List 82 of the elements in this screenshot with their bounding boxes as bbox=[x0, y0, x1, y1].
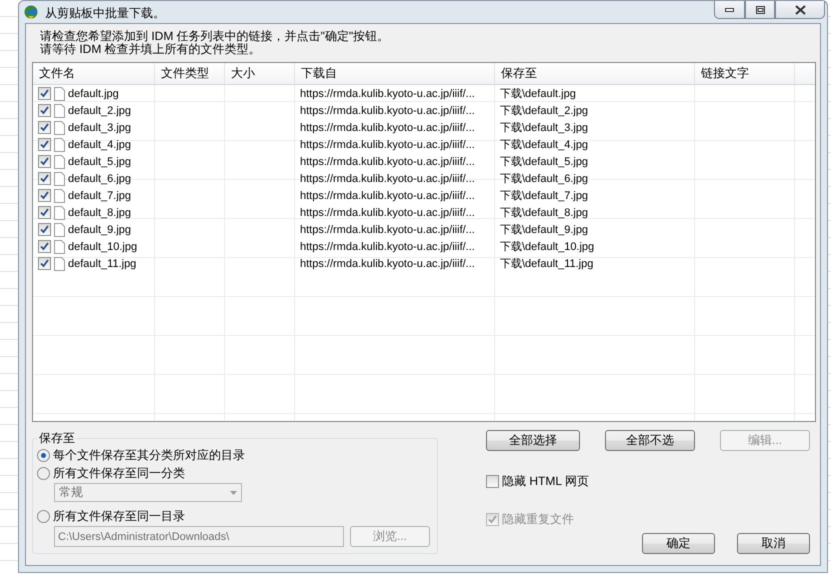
source-url: https://rmda.kulib.kyoto-u.ac.jp/iiif/... bbox=[300, 88, 475, 100]
save-path: 下载\default_9.jpg bbox=[500, 223, 588, 237]
row-checkbox[interactable] bbox=[38, 121, 51, 134]
row-checkbox[interactable] bbox=[38, 104, 51, 117]
file-icon bbox=[54, 206, 65, 220]
radio-option[interactable]: 所有文件保存至同一目录 bbox=[37, 508, 431, 524]
file-name: default_10.jpg bbox=[68, 240, 138, 252]
source-url: https://rmda.kulib.kyoto-u.ac.jp/iiif/... bbox=[300, 104, 475, 116]
save-path: 下载\default_8.jpg bbox=[500, 206, 588, 220]
save-path: 下载\default_5.jpg bbox=[500, 155, 588, 169]
save-path: 下载\default_6.jpg bbox=[500, 172, 588, 186]
save-path: 下载\default_7.jpg bbox=[500, 189, 588, 203]
app-logo-icon bbox=[23, 4, 39, 20]
save-path: 下载\default.jpg bbox=[500, 87, 576, 101]
ok-button[interactable]: 确定 bbox=[642, 533, 715, 554]
column-header[interactable]: 文件类型 bbox=[155, 63, 225, 84]
save-path: 下载\default_10.jpg bbox=[500, 240, 594, 254]
file-icon bbox=[54, 154, 65, 168]
row-checkbox[interactable] bbox=[38, 87, 51, 100]
row-checkbox[interactable] bbox=[38, 257, 51, 270]
row-checkbox[interactable] bbox=[38, 155, 51, 168]
source-url: https://rmda.kulib.kyoto-u.ac.jp/iiif/... bbox=[300, 240, 475, 252]
file-name: default_3.jpg bbox=[68, 122, 131, 134]
file-icon bbox=[54, 104, 65, 118]
file-name: default.jpg bbox=[68, 88, 119, 100]
radio-option[interactable]: 每个文件保存至其分类所对应的目录 bbox=[37, 447, 431, 463]
file-icon bbox=[54, 138, 65, 152]
row-checkbox[interactable] bbox=[38, 172, 51, 185]
source-url: https://rmda.kulib.kyoto-u.ac.jp/iiif/... bbox=[300, 258, 475, 270]
close-button[interactable] bbox=[775, 1, 825, 19]
file-icon bbox=[54, 256, 65, 270]
file-icon bbox=[54, 188, 65, 202]
source-url: https://rmda.kulib.kyoto-u.ac.jp/iiif/... bbox=[300, 122, 475, 134]
source-url: https://rmda.kulib.kyoto-u.ac.jp/iiif/... bbox=[300, 156, 475, 168]
list-action-button[interactable]: 全部不选 bbox=[605, 430, 695, 451]
file-name: default_2.jpg bbox=[68, 104, 131, 116]
row-checkbox[interactable] bbox=[38, 206, 51, 219]
checkmark-icon bbox=[488, 515, 497, 524]
file-icon bbox=[54, 86, 65, 100]
option-checkbox[interactable]: 隐藏 HTML 网页 bbox=[486, 473, 810, 490]
file-name: default_6.jpg bbox=[68, 172, 131, 184]
close-icon bbox=[794, 4, 806, 14]
file-name: default_4.jpg bbox=[68, 138, 131, 150]
source-url: https://rmda.kulib.kyoto-u.ac.jp/iiif/... bbox=[300, 224, 475, 236]
file-icon bbox=[54, 240, 65, 254]
maximize-icon bbox=[756, 6, 764, 14]
file-name: default_8.jpg bbox=[68, 206, 131, 218]
file-icon bbox=[54, 172, 65, 186]
file-icon bbox=[54, 120, 65, 134]
minimize-icon bbox=[725, 8, 734, 12]
row-checkbox[interactable] bbox=[38, 223, 51, 236]
source-url: https://rmda.kulib.kyoto-u.ac.jp/iiif/... bbox=[300, 172, 475, 184]
instruction-text: 请等待 IDM 检查并填上所有的文件类型。 bbox=[39, 43, 262, 56]
row-checkbox[interactable] bbox=[38, 189, 51, 202]
minimize-button[interactable] bbox=[714, 1, 745, 19]
list-action-button[interactable]: 全部选择 bbox=[486, 430, 580, 451]
column-header[interactable]: 保存至 bbox=[495, 63, 695, 84]
file-name: default_9.jpg bbox=[68, 224, 131, 236]
instruction-text: 请检查您希望添加到 IDM 任务列表中的链接，并点击"确定"按钮。 bbox=[39, 30, 390, 43]
file-name: default_11.jpg bbox=[68, 258, 136, 270]
maximize-button[interactable] bbox=[745, 1, 775, 19]
file-name: default_7.jpg bbox=[68, 190, 131, 202]
file-name: default_5.jpg bbox=[68, 156, 131, 168]
source-url: https://rmda.kulib.kyoto-u.ac.jp/iiif/... bbox=[300, 206, 475, 218]
column-header[interactable]: 文件名 bbox=[33, 63, 155, 84]
source-url: https://rmda.kulib.kyoto-u.ac.jp/iiif/... bbox=[300, 138, 475, 150]
column-header[interactable]: 链接文字 bbox=[695, 63, 795, 84]
save-path: 下载\default_2.jpg bbox=[500, 104, 588, 118]
cancel-button[interactable]: 取消 bbox=[737, 533, 810, 554]
file-icon bbox=[54, 222, 65, 236]
column-header[interactable]: 大小 bbox=[225, 63, 295, 84]
row-checkbox[interactable] bbox=[38, 138, 51, 151]
column-header[interactable]: 下载自 bbox=[295, 63, 495, 84]
dropdown-arrow-icon bbox=[230, 490, 237, 494]
save-path: 下载\default_3.jpg bbox=[500, 121, 588, 135]
save-path: 下载\default_11.jpg bbox=[500, 257, 594, 271]
source-url: https://rmda.kulib.kyoto-u.ac.jp/iiif/... bbox=[300, 190, 475, 202]
save-path: 下载\default_4.jpg bbox=[500, 138, 588, 152]
radio-option[interactable]: 所有文件保存至同一分类 bbox=[37, 465, 431, 481]
group-title: 保存至 bbox=[38, 430, 76, 447]
window-title: 从剪贴板中批量下载。 bbox=[45, 5, 165, 22]
row-checkbox[interactable] bbox=[38, 240, 51, 253]
